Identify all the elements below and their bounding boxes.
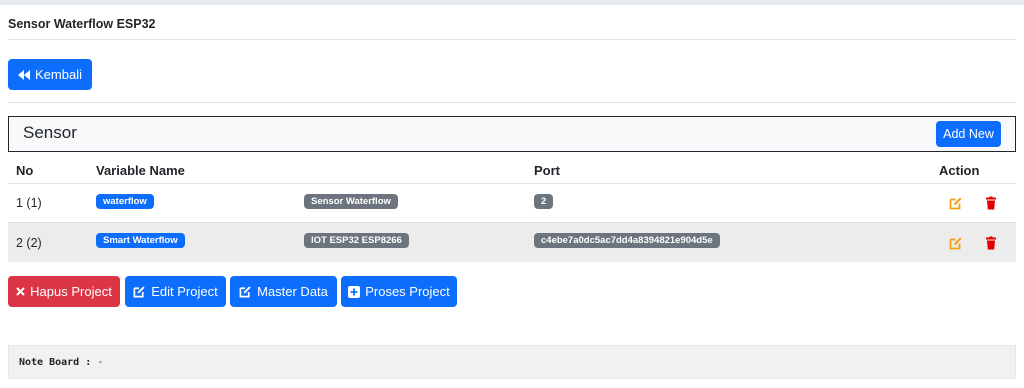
edit-icon <box>239 285 252 298</box>
x-icon <box>16 287 25 296</box>
back-button[interactable]: Kembali <box>8 59 92 90</box>
table-row: 1 (1) waterflow Sensor Waterflow 2 <box>8 183 1016 222</box>
card-title: Sensor <box>23 123 77 142</box>
backward-icon <box>18 69 31 80</box>
col-header-port: Port <box>534 163 560 178</box>
note-board-text: Note Board : - <box>19 357 103 368</box>
edit-icon[interactable] <box>949 196 963 210</box>
row-number: 1 (1) <box>16 196 42 210</box>
device-badge: IOT ESP32 ESP8266 <box>304 233 409 248</box>
col-header-no: No <box>16 163 34 178</box>
note-board-label: Note Board : <box>19 357 92 368</box>
variable-badge: Smart Waterflow <box>96 233 185 248</box>
page-title: Sensor Waterflow ESP32 <box>8 17 156 31</box>
back-button-label: Kembali <box>35 67 82 82</box>
row-number: 2 (2) <box>16 236 42 250</box>
divider <box>8 39 1016 40</box>
col-header-variable: Variable Name <box>96 163 185 178</box>
hapus-project-button[interactable]: Hapus Project <box>8 276 120 307</box>
note-board: Note Board : - <box>8 345 1016 379</box>
port-badge: 2 <box>534 194 554 209</box>
port-badge: c4ebe7a0dc5ac7dd4a8394821e904d5e <box>534 233 720 248</box>
top-bar <box>0 0 1024 5</box>
edit-icon[interactable] <box>949 236 963 250</box>
proses-project-label: Proses Project <box>365 284 450 299</box>
hapus-project-label: Hapus Project <box>30 284 112 299</box>
proses-project-button[interactable]: Proses Project <box>341 276 457 307</box>
col-header-action: Action <box>939 163 980 178</box>
master-data-button[interactable]: Master Data <box>230 276 337 307</box>
edit-project-label: Edit Project <box>151 284 218 299</box>
add-new-button[interactable]: Add New <box>936 121 1001 147</box>
trash-icon[interactable] <box>984 236 998 250</box>
edit-project-button[interactable]: Edit Project <box>125 276 226 307</box>
variable-badge: waterflow <box>96 194 154 209</box>
plus-square-icon <box>348 285 361 298</box>
note-board-value: - <box>97 357 104 368</box>
table-row: 2 (2) Smart Waterflow IOT ESP32 ESP8266 … <box>8 222 1016 262</box>
divider <box>8 102 1016 103</box>
master-data-label: Master Data <box>257 284 328 299</box>
sensor-card-header: Sensor Add New <box>8 116 1016 152</box>
edit-icon <box>133 285 146 298</box>
device-badge: Sensor Waterflow <box>304 194 398 209</box>
trash-icon[interactable] <box>984 196 998 210</box>
